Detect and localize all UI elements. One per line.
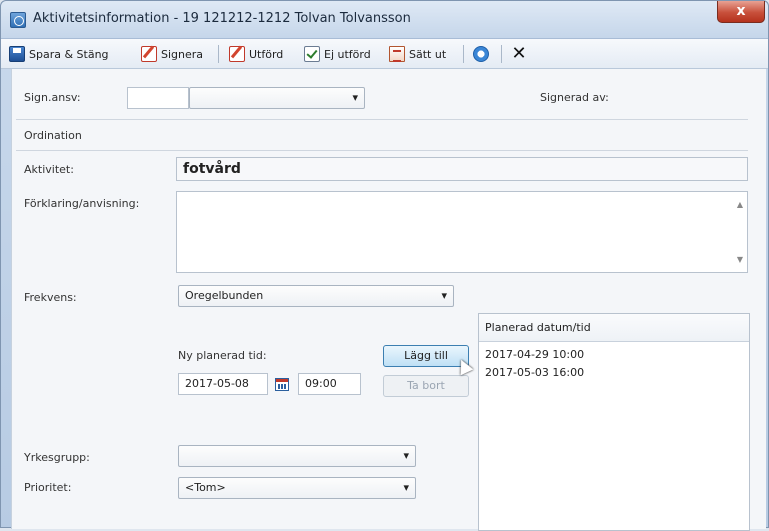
explanation-textarea[interactable]: ▲ ▼ (176, 191, 748, 273)
pencil-icon (229, 46, 245, 62)
priority-select[interactable]: <Tom> (178, 477, 416, 499)
scroll-up-icon[interactable]: ▲ (737, 200, 743, 209)
sign-responsible-code-field[interactable] (127, 87, 189, 109)
toolbar: Spara & Stäng Signera Utförd Ej utförd S… (1, 39, 768, 69)
document-icon (389, 46, 405, 62)
divider (16, 119, 748, 120)
ordination-label: Ordination (24, 129, 82, 142)
list-item[interactable]: 2017-04-29 10:00 (479, 346, 749, 364)
toolbar-separator (218, 45, 219, 63)
remove-time-button[interactable]: Ta bort (383, 375, 469, 397)
activity-value: fotvård (176, 157, 748, 181)
scroll-down-icon[interactable]: ▼ (737, 255, 743, 264)
planned-times-list[interactable]: Planerad datum/tid 2017-04-29 10:00 2017… (478, 313, 750, 531)
close-window-button[interactable]: x (717, 1, 765, 23)
profession-select[interactable] (178, 445, 416, 467)
save-icon (9, 46, 25, 62)
help-button[interactable] (473, 43, 489, 65)
priority-label: Prioritet: (24, 481, 72, 494)
frequency-label: Frekvens: (24, 291, 77, 304)
time-input[interactable]: 09:00 (298, 373, 361, 395)
toolbar-separator (501, 45, 502, 63)
date-input[interactable]: 2017-05-08 (178, 373, 268, 395)
not-done-label: Ej utförd (324, 47, 371, 61)
sign-button[interactable]: Signera (141, 43, 203, 65)
activity-label: Aktivitet: (24, 163, 74, 176)
not-done-button[interactable]: Ej utförd (304, 43, 371, 65)
set-out-button[interactable]: Sätt ut (389, 43, 446, 65)
title-bar: Aktivitetsinformation - 19 121212-1212 T… (1, 1, 768, 39)
cancel-button[interactable]: ✕ (511, 43, 527, 65)
frequency-select[interactable]: Oregelbunden (178, 285, 454, 307)
planned-times-header: Planerad datum/tid (479, 314, 749, 342)
profession-label: Yrkesgrupp: (24, 451, 90, 464)
checkbox-icon (304, 46, 320, 62)
done-button[interactable]: Utförd (229, 43, 283, 65)
app-icon (10, 12, 26, 28)
save-close-button[interactable]: Spara & Stäng (9, 43, 109, 65)
new-time-label: Ny planerad tid: (178, 349, 267, 362)
signed-by-label: Signerad av: (540, 91, 609, 104)
window-title: Aktivitetsinformation - 19 121212-1212 T… (33, 11, 411, 26)
help-icon (473, 46, 489, 62)
done-label: Utförd (249, 47, 284, 61)
form-panel: Sign.ansv: Signerad av: Ordination Aktiv… (11, 69, 766, 531)
explanation-label: Förklaring/anvisning: (24, 197, 140, 210)
save-close-label: Spara & Stäng (29, 47, 109, 61)
calendar-icon[interactable] (275, 378, 289, 391)
pencil-icon (141, 46, 157, 62)
sign-responsible-label: Sign.ansv: (24, 91, 81, 104)
sign-label: Signera (161, 47, 204, 61)
toolbar-separator (463, 45, 464, 63)
set-out-label: Sätt ut (409, 47, 447, 61)
list-item[interactable]: 2017-05-03 16:00 (479, 364, 749, 382)
divider (16, 150, 748, 151)
dialog-window: Aktivitetsinformation - 19 121212-1212 T… (0, 0, 769, 531)
sign-responsible-select[interactable] (189, 87, 365, 109)
close-icon: ✕ (511, 43, 527, 64)
